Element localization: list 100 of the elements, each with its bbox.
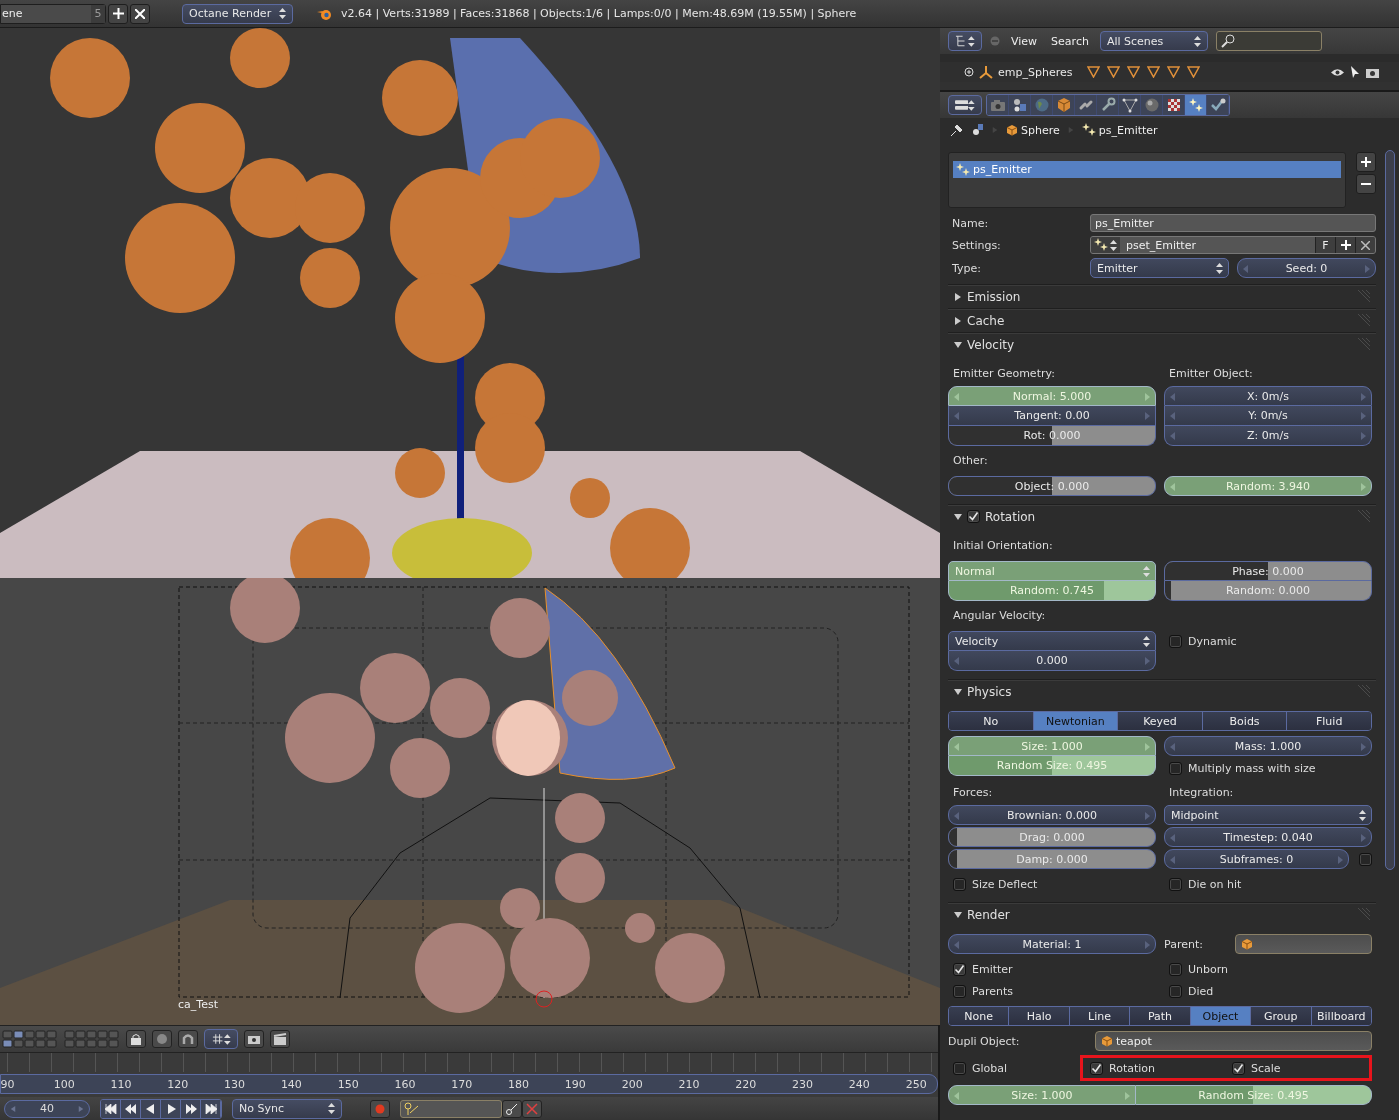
checkbox[interactable] <box>953 877 966 891</box>
checkbox-label[interactable]: Scale <box>1227 1058 1369 1078</box>
current-frame-field[interactable]: 40 <box>4 1099 90 1118</box>
animation-button[interactable] <box>270 1030 290 1048</box>
close-button[interactable] <box>1355 237 1375 253</box>
section-title[interactable]: Velocity <box>967 337 1015 352</box>
option-tab[interactable]: Line <box>1069 1007 1131 1025</box>
checkbox-label[interactable]: Dynamic <box>1164 631 1372 651</box>
cursor-icon[interactable] <box>1350 66 1360 78</box>
number-field[interactable]: 0.000 <box>948 651 1156 671</box>
add-button[interactable] <box>1356 152 1376 172</box>
checkbox-label[interactable]: Die on hit <box>1164 874 1372 894</box>
checkbox[interactable] <box>953 984 966 998</box>
previous-key-button[interactable] <box>121 1099 141 1118</box>
section-title[interactable]: Rotation <box>985 509 1036 524</box>
add-button[interactable] <box>108 3 128 24</box>
keying-set-field[interactable] <box>400 1099 502 1118</box>
checkbox[interactable] <box>1232 1061 1245 1075</box>
checkbox[interactable] <box>1169 761 1182 775</box>
jump-end-button[interactable] <box>201 1099 221 1118</box>
context-tab[interactable] <box>1185 95 1207 115</box>
context-tab[interactable] <box>1141 95 1163 115</box>
scenes-dropdown[interactable]: All Scenes <box>1099 31 1208 51</box>
number-field[interactable]: Mass: 1.000 <box>1164 736 1372 756</box>
checkbox[interactable] <box>1359 852 1372 866</box>
menu-item[interactable]: Search <box>1048 34 1092 48</box>
number-field[interactable]: Subframes: 0 <box>1164 849 1349 869</box>
context-tab[interactable] <box>1119 95 1141 115</box>
context-tab[interactable] <box>1075 95 1097 115</box>
checkbox[interactable] <box>1090 1061 1103 1075</box>
option-tab[interactable]: Group <box>1251 1007 1312 1025</box>
magnet-button[interactable] <box>178 1030 198 1048</box>
dropdown[interactable]: Velocity <box>948 631 1156 651</box>
editor-type-dropdown[interactable] <box>948 95 982 115</box>
option-tab[interactable]: Newtonian <box>1033 712 1119 730</box>
context-tab[interactable] <box>987 95 1009 115</box>
checkbox[interactable] <box>1169 634 1182 648</box>
camera-icon[interactable] <box>1366 66 1379 78</box>
scene-field[interactable]: ene 5 <box>0 3 106 24</box>
insert-key-button[interactable] <box>502 1099 522 1118</box>
context-tab[interactable] <box>1163 95 1185 115</box>
pin-icon[interactable] <box>950 123 964 137</box>
settings-field[interactable]: pset_Emitter F <box>1090 236 1376 254</box>
checkbox-label[interactable]: Parents <box>948 981 1156 1001</box>
add-button[interactable] <box>1335 237 1355 253</box>
number-field[interactable]: Material: 1 <box>948 934 1156 954</box>
record-button[interactable] <box>370 1099 390 1118</box>
outliner-row[interactable]: emp_Spheres <box>940 62 1399 82</box>
name-field[interactable]: ps_Emitter <box>1090 214 1376 232</box>
option-tab[interactable]: Keyed <box>1118 712 1203 730</box>
option-tab[interactable]: Boids <box>1202 712 1288 730</box>
section-title[interactable]: Cache <box>967 313 1005 328</box>
eye-icon[interactable] <box>1331 67 1344 77</box>
snap-dropdown[interactable] <box>204 1029 238 1049</box>
option-tab[interactable]: Billboard <box>1311 1007 1371 1025</box>
checkbox[interactable] <box>1169 962 1182 976</box>
section-title[interactable]: Physics <box>967 684 1012 699</box>
object-field[interactable]: teapot <box>1095 1031 1372 1051</box>
checkbox[interactable] <box>953 962 966 976</box>
checkbox[interactable] <box>953 1061 966 1075</box>
layers-grid-icon[interactable] <box>2 1030 58 1048</box>
number-field[interactable]: Z: 0m/s <box>1164 426 1372 446</box>
checkbox-label[interactable]: Died <box>1164 981 1372 1001</box>
next-key-button[interactable] <box>181 1099 201 1118</box>
context-tab[interactable] <box>1009 95 1031 115</box>
jump-start-button[interactable] <box>101 1099 121 1118</box>
slider-field[interactable]: Phase: 0.000 <box>1164 561 1372 581</box>
display-mode-dropdown[interactable] <box>948 31 982 51</box>
remove-button[interactable] <box>1356 174 1376 194</box>
section-title[interactable]: Render <box>967 907 1010 922</box>
play-reverse-button[interactable] <box>141 1099 161 1118</box>
checkbox-label[interactable]: Unborn <box>1164 959 1372 979</box>
search-field[interactable] <box>1215 31 1322 51</box>
number-field[interactable]: Brownian: 0.000 <box>948 805 1156 825</box>
checkbox-label[interactable]: Size Deflect <box>948 874 1156 894</box>
slider-field[interactable]: Object: 0.000 <box>948 476 1156 496</box>
menu-item[interactable]: View <box>1008 34 1041 48</box>
context-tab[interactable] <box>1207 95 1229 115</box>
number-field[interactable]: X: 0m/s <box>1164 386 1372 406</box>
dropdown[interactable]: Midpoint <box>1164 805 1372 825</box>
option-tab[interactable]: Halo <box>1009 1007 1070 1025</box>
frame-ruler[interactable]: 90 100 110 120 130 140 150 160 170 180 190 200 210 220 230 240 250 <box>0 1074 938 1094</box>
option-tab[interactable]: No <box>949 712 1034 730</box>
dropdown[interactable]: Emitter <box>1090 258 1229 278</box>
delete-key-button[interactable] <box>522 1099 542 1118</box>
scrollbar[interactable] <box>1384 150 1395 870</box>
checkbox-label[interactable]: Global <box>948 1058 1080 1078</box>
number-field[interactable]: Seed: 0 <box>1237 258 1376 278</box>
lock-button[interactable] <box>126 1030 146 1048</box>
number-field[interactable]: Timestep: 0.040 <box>1164 827 1372 847</box>
context-tab[interactable] <box>1097 95 1119 115</box>
checkbox[interactable] <box>1169 984 1182 998</box>
list-item[interactable]: ps_Emitter <box>953 161 1341 178</box>
render-engine-dropdown[interactable]: Octane Render <box>182 3 293 24</box>
option-tab[interactable]: Object <box>1190 1007 1252 1025</box>
number-field[interactable]: Y: 0m/s <box>1164 406 1372 426</box>
fake-user-button[interactable]: F <box>1315 237 1335 253</box>
sync-dropdown[interactable]: No Sync <box>232 1098 342 1119</box>
checkbox[interactable] <box>967 510 980 523</box>
option-tab[interactable]: Path <box>1130 1007 1191 1025</box>
